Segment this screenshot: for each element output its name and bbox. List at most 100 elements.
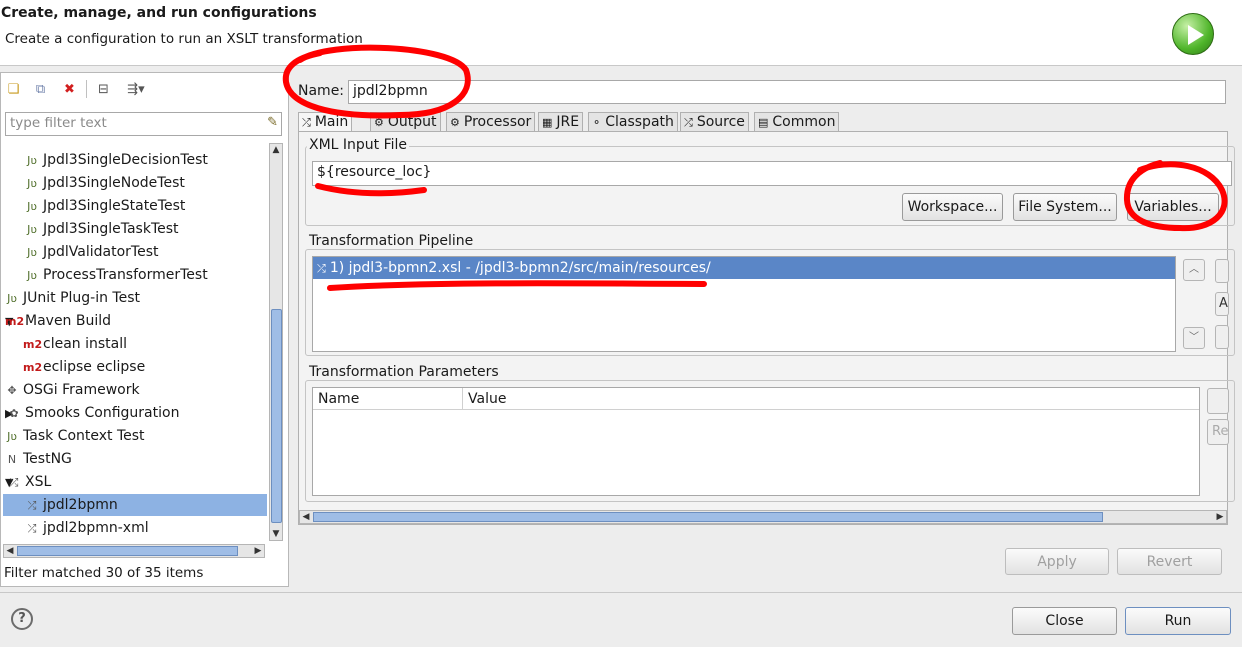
tree-item-label: JUnit Plug-in Test [23, 290, 141, 306]
pipeline-side-button-2[interactable] [1215, 325, 1229, 349]
tree-item[interactable]: Jʋ JpdlValidatorTest [3, 241, 267, 263]
tree-item[interactable]: Jʋ Jpdl3SingleTaskTest [3, 218, 267, 240]
filter-input[interactable]: type filter text ✎ [5, 112, 282, 136]
tree-horizontal-scrollbar[interactable]: ◀ ▶ [3, 544, 265, 558]
params-table[interactable]: Name Value [312, 387, 1200, 496]
tree-item[interactable]: Jʋ Jpdl3SingleStateTest [3, 195, 267, 217]
tree-item-icon: Jʋ [27, 154, 37, 167]
tab-output[interactable]: ⚙ Output [370, 112, 441, 132]
classpath-tab-icon: ⚬ [592, 116, 602, 129]
xml-input-field[interactable]: ${resource_loc} [312, 161, 1232, 186]
tree-item-icon: ✥ [7, 384, 17, 397]
bottom-divider [0, 592, 1242, 593]
filter-status: Filter matched 30 of 35 items [4, 565, 204, 581]
move-up-button[interactable]: ︿ [1183, 259, 1205, 281]
tab-source[interactable]: ⤮ Source [680, 112, 749, 132]
tab-main[interactable]: ⤮ Main [298, 112, 353, 133]
params-col-value[interactable]: Value [463, 391, 506, 407]
pipeline-add-button[interactable]: A [1215, 292, 1229, 316]
tab-label: JRE [556, 114, 580, 130]
move-down-button[interactable]: ﹀ [1183, 327, 1205, 349]
tree-item-icon: N [7, 453, 17, 466]
collapse-all-icon[interactable]: ⊟ [95, 81, 112, 98]
scroll-left-arrow-icon[interactable]: ◀ [4, 545, 16, 557]
tree-item-icon: Jʋ [27, 177, 37, 190]
tab-processor[interactable]: ⚙ Processor [446, 112, 536, 132]
tree-horizontal-thumb[interactable] [17, 546, 238, 556]
panel-horizontal-scrollbar[interactable]: ◀ ▶ [299, 510, 1227, 524]
tree-item[interactable]: ⤮ jpdl2bpmn-xml [3, 517, 267, 539]
tree-item[interactable]: Jʋ Jpdl3SingleNodeTest [3, 172, 267, 194]
tab-label: Processor [463, 114, 532, 130]
tree-item[interactable]: ✥ OSGi Framework [3, 379, 267, 401]
tree-item-label: Maven Build [25, 313, 112, 329]
pipeline-item[interactable]: ⤮ 1) jpdl3-bpmn2.xsl - /jpdl3-bpmn2/src/m… [313, 257, 1175, 279]
move-down-icon: ﹀ [1189, 332, 1199, 343]
common-tab-icon: ▤ [758, 116, 769, 129]
tree-item[interactable]: ▼⤮ XSL [3, 471, 267, 493]
dialog-title: Create, manage, and run configurations [1, 5, 317, 21]
tree-item[interactable]: Jʋ Jpdl3SingleDecisionTest [3, 149, 267, 171]
xsl-file-icon: ⤮ [317, 262, 326, 275]
tree-vertical-scrollbar[interactable]: ▲ ▼ [269, 143, 283, 541]
tree-item[interactable]: Jʋ ProcessTransformerTest [3, 264, 267, 286]
tree-item[interactable]: m2clean install [3, 333, 267, 355]
variables-button[interactable]: Variables... [1127, 193, 1219, 221]
tree-item[interactable]: Jʋ JUnit Plug-in Test [3, 287, 267, 309]
processor-tab-icon: ⚙ [450, 116, 460, 129]
tree-item-icon: Jʋ [27, 269, 37, 282]
name-input[interactable]: jpdl2bpmn [348, 80, 1226, 104]
new-config-icon[interactable]: ❏ [5, 81, 22, 98]
tree-item-label: jpdl2bpmn-xml [43, 520, 149, 536]
pipeline-list[interactable]: ⤮ 1) jpdl3-bpmn2.xsl - /jpdl3-bpmn2/src/m… [312, 256, 1176, 352]
tree-item[interactable]: ⤮ jpdl2bpmn [3, 494, 267, 516]
tree-item[interactable]: N TestNG [3, 448, 267, 470]
tree-item-icon: m2 [23, 361, 43, 374]
params-col-name[interactable]: Name [313, 388, 463, 410]
move-up-icon: ︿ [1189, 264, 1199, 275]
tree-item-label: clean install [43, 336, 128, 352]
scroll-right-arrow-icon[interactable]: ▶ [252, 545, 264, 557]
tree-item-icon: Jʋ [7, 430, 17, 443]
run-button[interactable]: Run [1125, 607, 1231, 635]
params-add-button[interactable] [1207, 388, 1229, 414]
tree-item-icon: Jʋ [7, 292, 17, 305]
tree-item[interactable]: m2eclipse eclipse [3, 356, 267, 378]
tree-item-icon: Jʋ [27, 200, 37, 213]
pipeline-side-button-1[interactable] [1215, 259, 1229, 283]
panel-scroll-thumb[interactable] [313, 512, 1103, 522]
tree-item[interactable]: ▼m2Maven Build [3, 310, 267, 332]
close-button[interactable]: Close [1012, 607, 1117, 635]
file-system-button[interactable]: File System... [1013, 193, 1117, 221]
tab-label: Common [772, 114, 836, 130]
tree-item-label: Jpdl3SingleTaskTest [43, 221, 179, 237]
tree-item[interactable]: ▶✿ Smooks Configuration [3, 402, 267, 424]
tree-item-label: Jpdl3SingleNodeTest [43, 175, 185, 191]
filter-menu-icon[interactable]: ⇶▾ [122, 81, 150, 98]
tree-item-label: Jpdl3SingleDecisionTest [43, 152, 208, 168]
duplicate-config-icon[interactable]: ⧉ [32, 81, 49, 98]
dialog-header: Create, manage, and run configurations C… [0, 0, 1242, 66]
toolbar-divider [86, 80, 87, 98]
tab-classpath[interactable]: ⚬ Classpath [588, 112, 678, 132]
scroll-up-arrow-icon[interactable]: ▲ [270, 144, 282, 156]
panel-scroll-left-icon[interactable]: ◀ [300, 511, 312, 523]
tree-vertical-thumb[interactable] [271, 309, 282, 523]
workspace-button[interactable]: Workspace... [902, 193, 1003, 221]
main-tab-icon: ⤮ [302, 116, 311, 129]
apply-button[interactable]: Apply [1005, 548, 1109, 575]
scroll-down-arrow-icon[interactable]: ▼ [270, 528, 282, 540]
tab-common[interactable]: ▤ Common [754, 112, 840, 132]
tree-item-label: Task Context Test [23, 428, 145, 444]
delete-config-icon[interactable]: ✖ [61, 81, 78, 98]
revert-button[interactable]: Revert [1117, 548, 1222, 575]
config-tree: Jʋ Jpdl3SingleDecisionTest Jʋ Jpdl3SingleNo… [3, 145, 267, 543]
help-icon[interactable]: ? [11, 608, 33, 630]
tab-jre[interactable]: ▦ JRE [538, 112, 584, 132]
clear-filter-icon[interactable]: ✎ [267, 115, 278, 130]
tree-item[interactable]: Jʋ Task Context Test [3, 425, 267, 447]
params-remove-button[interactable]: Re [1207, 419, 1229, 445]
source-tab-icon: ⤮ [684, 116, 693, 129]
tab-label: Main [314, 114, 349, 130]
panel-scroll-right-icon[interactable]: ▶ [1214, 511, 1226, 523]
